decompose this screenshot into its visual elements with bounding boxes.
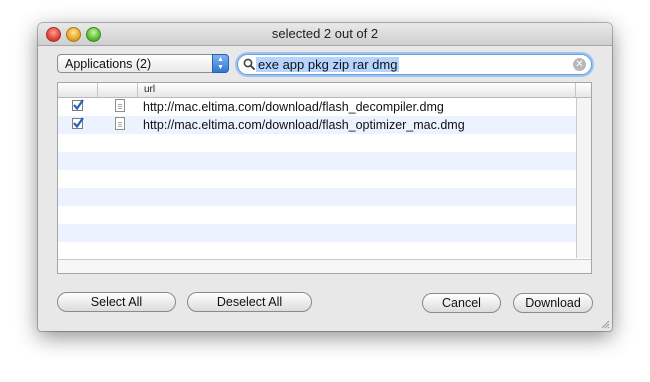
title-bar: selected 2 out of 2 — [38, 23, 612, 46]
file-table: url http://mac.eltima.com/download/flash… — [57, 82, 592, 274]
table-header: url — [58, 83, 591, 98]
empty-row — [58, 206, 577, 224]
column-header-icon[interactable] — [98, 83, 138, 97]
url-cell: http://mac.eltima.com/download/flash_opt… — [143, 118, 465, 132]
document-icon — [115, 99, 125, 112]
window-title: selected 2 out of 2 — [271, 26, 379, 41]
clear-icon[interactable]: ✕ — [573, 58, 586, 71]
empty-row — [58, 224, 577, 242]
document-icon — [115, 117, 125, 130]
checkbox-icon[interactable] — [72, 99, 84, 111]
filter-popup-label: Applications (2) — [65, 57, 152, 71]
dialog-window: selected 2 out of 2 Applications (2) ▲ ▼ … — [38, 23, 612, 331]
table-body: http://mac.eltima.com/download/flash_dec… — [58, 98, 577, 273]
empty-row — [58, 134, 577, 152]
resize-grip-icon[interactable] — [600, 319, 610, 329]
table-row[interactable]: http://mac.eltima.com/download/flash_opt… — [58, 116, 577, 134]
column-header-url[interactable]: url — [138, 83, 573, 97]
url-cell: http://mac.eltima.com/download/flash_dec… — [143, 100, 444, 114]
select-all-button[interactable]: Select All — [57, 292, 176, 312]
horizontal-scrollbar[interactable] — [58, 259, 591, 273]
search-icon — [243, 58, 255, 70]
empty-row — [58, 170, 577, 188]
vertical-scrollbar[interactable] — [576, 98, 591, 258]
column-header-checkbox[interactable] — [58, 83, 98, 97]
checkbox-icon[interactable] — [72, 117, 84, 129]
deselect-all-button[interactable]: Deselect All — [187, 292, 312, 312]
download-button[interactable]: Download — [513, 293, 593, 313]
empty-row — [58, 188, 577, 206]
table-row[interactable]: http://mac.eltima.com/download/flash_dec… — [58, 98, 577, 116]
empty-row — [58, 242, 577, 260]
search-field[interactable]: exe app pkg zip rar dmg ✕ — [237, 54, 592, 75]
cancel-button[interactable]: Cancel — [422, 293, 501, 313]
header-corner — [575, 83, 591, 97]
filter-popup[interactable]: Applications (2) ▲ ▼ — [57, 54, 229, 73]
empty-row — [58, 152, 577, 170]
chevron-updown-icon: ▲ ▼ — [212, 54, 229, 73]
search-input[interactable]: exe app pkg zip rar dmg — [256, 57, 400, 72]
